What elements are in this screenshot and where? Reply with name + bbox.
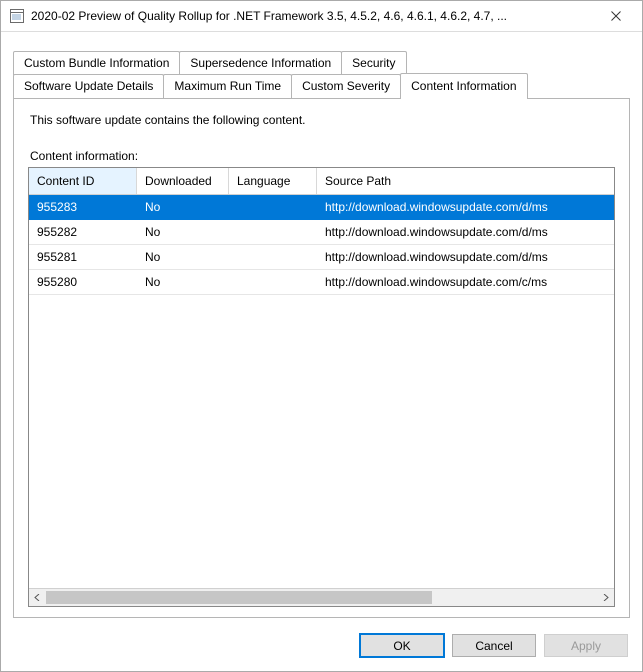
close-button[interactable] [596,2,636,30]
table-row[interactable]: 955281No http://download.windowsupdate.co… [29,245,614,270]
cell-source: http://download.windowsupdate.com/d/ms [317,225,614,239]
scroll-track[interactable] [46,589,597,606]
column-language[interactable]: Language [229,168,317,194]
window-icon [9,8,25,24]
tab-custom-severity[interactable]: Custom Severity [291,74,401,100]
table-row[interactable]: 955282No http://download.windowsupdate.co… [29,220,614,245]
chevron-left-icon [34,594,41,601]
tab-software-update-details[interactable]: Software Update Details [13,74,164,100]
cell-downloaded: No [137,200,229,214]
cell-source: http://download.windowsupdate.com/d/ms [317,200,614,214]
listview-header: Content ID Downloaded Language Source Pa… [29,168,614,195]
titlebar: 2020-02 Preview of Quality Rollup for .N… [1,1,642,32]
listview-body: 955283Nohttp://download.windowsupdate.co… [29,195,614,588]
tab-security[interactable]: Security [341,51,406,75]
cell-source: http://download.windowsupdate.com/c/ms [317,275,614,289]
table-row[interactable]: 955280No http://download.windowsupdate.co… [29,270,614,295]
tab-supersedence-information[interactable]: Supersedence Information [179,51,342,75]
scroll-thumb[interactable] [46,591,432,604]
content-information-label: Content information: [30,149,615,163]
properties-dialog: 2020-02 Preview of Quality Rollup for .N… [0,0,643,672]
window-title: 2020-02 Preview of Quality Rollup for .N… [31,9,596,23]
cell-content-id: 955281 [29,250,137,264]
column-source-path[interactable]: Source Path [317,168,614,194]
cancel-button[interactable]: Cancel [452,634,536,657]
tab-row-1: Custom Bundle Information Supersedence I… [13,50,630,74]
cell-downloaded: No [137,275,229,289]
tab-content-information[interactable]: Content Information [400,73,527,99]
dialog-body: Custom Bundle Information Supersedence I… [1,32,642,624]
intro-text: This software update contains the follow… [30,113,615,127]
cell-downloaded: No [137,250,229,264]
dialog-buttons: OK Cancel Apply [1,624,642,671]
close-icon [611,11,621,21]
cell-content-id: 955283 [29,200,137,214]
scroll-right-button[interactable] [597,589,614,606]
cell-downloaded: No [137,225,229,239]
column-content-id[interactable]: Content ID [29,168,137,194]
chevron-right-icon [602,594,609,601]
table-row[interactable]: 955283No http://download.windowsupdate.co… [29,195,614,220]
tab-page-content-information: This software update contains the follow… [13,98,630,618]
cell-content-id: 955282 [29,225,137,239]
apply-button: Apply [544,634,628,657]
tab-maximum-run-time[interactable]: Maximum Run Time [163,74,292,100]
cell-source: http://download.windowsupdate.com/d/ms [317,250,614,264]
cell-content-id: 955280 [29,275,137,289]
tab-custom-bundle-information[interactable]: Custom Bundle Information [13,51,180,75]
ok-button[interactable]: OK [360,634,444,657]
content-listview[interactable]: Content ID Downloaded Language Source Pa… [28,167,615,607]
column-downloaded[interactable]: Downloaded [137,168,229,194]
scroll-left-button[interactable] [29,589,46,606]
horizontal-scrollbar[interactable] [29,588,614,606]
tab-row-2: Software Update Details Maximum Run Time… [13,73,630,99]
